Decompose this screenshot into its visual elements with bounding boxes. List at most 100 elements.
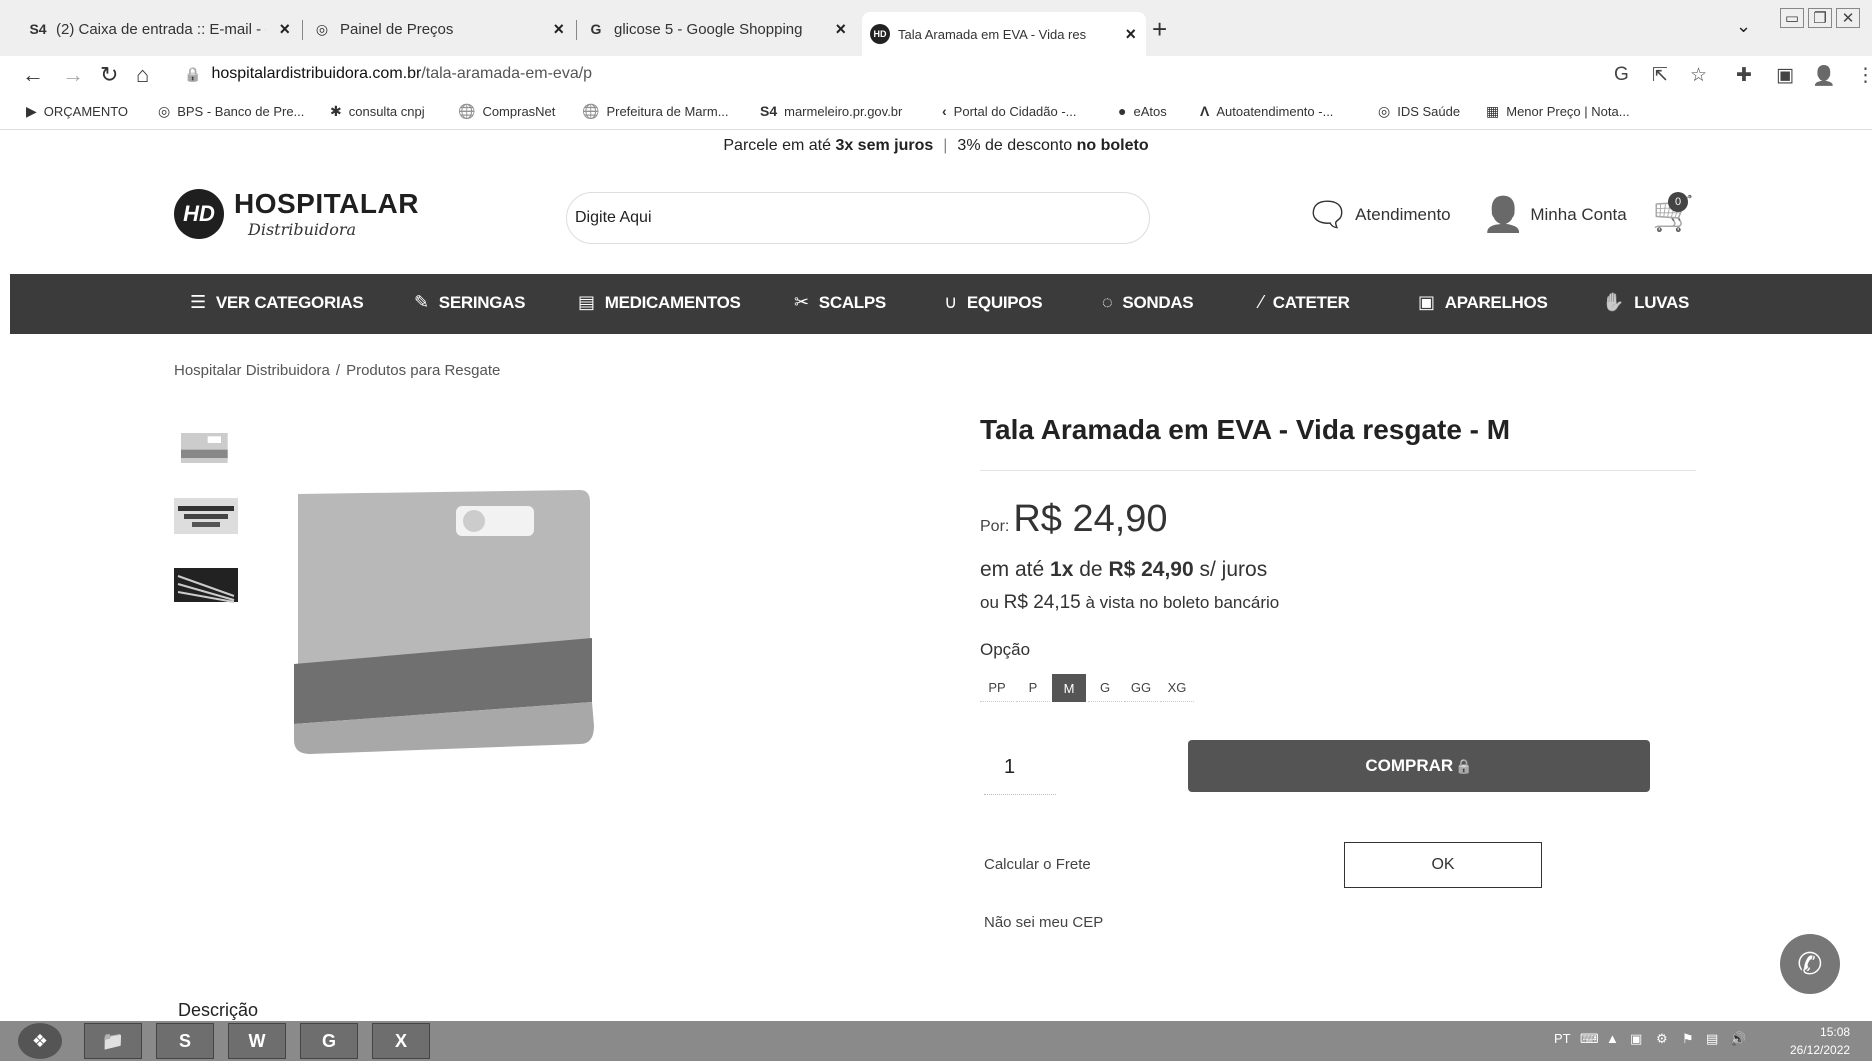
size-option-m[interactable]: M bbox=[1052, 674, 1086, 702]
frete-label[interactable]: Calcular o Frete bbox=[984, 856, 1091, 873]
product-thumbnail[interactable] bbox=[174, 428, 238, 468]
category-nav: ☰ VER CATEGORIAS ✎ SERINGAS ▤ MEDICAMENTOS … bbox=[10, 274, 1872, 334]
bookmark-item[interactable]: 🌐 Prefeitura de Marm... bbox=[582, 103, 729, 120]
buy-button[interactable]: COMPRAR 🔒 bbox=[1188, 740, 1650, 792]
nav-ver-categorias[interactable]: ☰ VER CATEGORIAS bbox=[190, 292, 364, 313]
nav-medicamentos[interactable]: ▤ MEDICAMENTOS bbox=[578, 292, 741, 313]
side-panel-icon[interactable]: ▣ bbox=[1776, 64, 1794, 87]
bookmark-item[interactable]: ◎ BPS - Banco de Pre... bbox=[158, 103, 304, 120]
size-option-p[interactable]: P bbox=[1016, 674, 1050, 702]
tab-painel-precos[interactable]: ◎ Painel de Preços × bbox=[304, 12, 574, 46]
bookmark-item[interactable]: ▦ Menor Preço | Nota... bbox=[1486, 103, 1630, 120]
bookmark-item[interactable]: Λ Autoatendimento -... bbox=[1200, 103, 1333, 119]
breadcrumb-category[interactable]: Produtos para Resgate bbox=[346, 362, 500, 379]
description-heading[interactable]: Descrição bbox=[178, 1000, 258, 1021]
price-value: R$ 24,90 bbox=[1013, 498, 1168, 540]
whatsapp-icon[interactable]: ✆ bbox=[1780, 934, 1840, 994]
bookmark-item[interactable]: ▶ ORÇAMENTO bbox=[26, 103, 128, 120]
nav-seringas[interactable]: ✎ SERINGAS bbox=[414, 292, 526, 313]
nav-sondas[interactable]: ◌ SONDAS bbox=[1102, 292, 1194, 313]
taskbar-explorer-icon[interactable]: 📁 bbox=[84, 1023, 142, 1059]
nav-equipos[interactable]: ∪ EQUIPOS bbox=[944, 292, 1043, 313]
bookmark-item[interactable]: ‹ Portal do Cidadão -... bbox=[942, 103, 1077, 119]
size-option-gg[interactable]: GG bbox=[1124, 674, 1158, 702]
bookmark-item[interactable]: S4 marmeleiro.pr.gov.br bbox=[760, 103, 902, 119]
keyboard-icon[interactable]: ⌨ bbox=[1580, 1031, 1599, 1047]
maximize-icon[interactable]: ❐ bbox=[1808, 8, 1832, 28]
bookmark-star-icon[interactable]: ☆ bbox=[1690, 64, 1707, 87]
minimize-icon[interactable]: ▭ bbox=[1780, 8, 1804, 28]
installments-text: em até 1x de R$ 24,90 s/ juros bbox=[980, 558, 1268, 581]
taskbar-chrome-icon[interactable]: G bbox=[300, 1023, 358, 1059]
menor-preco-icon: ▦ bbox=[1486, 103, 1500, 119]
system-clock[interactable]: 15:08 26/12/2022 bbox=[1790, 1023, 1850, 1059]
back-icon[interactable]: ← bbox=[22, 62, 44, 88]
promo-banner: Parcele em até 3x sem juros | 3% de desc… bbox=[723, 137, 1149, 154]
tab-separator bbox=[576, 20, 577, 40]
nav-cateter[interactable]: ⁄ CATETER bbox=[1260, 292, 1350, 313]
bookmark-item[interactable]: ✱ consulta cnpj bbox=[330, 103, 425, 120]
option-label: Opção bbox=[980, 640, 1031, 659]
tab-google-shopping[interactable]: G glicose 5 - Google Shopping × bbox=[578, 12, 856, 46]
close-tab-icon[interactable]: × bbox=[835, 19, 846, 40]
close-tab-icon[interactable]: × bbox=[553, 19, 564, 40]
start-button-icon[interactable]: ❖ bbox=[18, 1023, 62, 1059]
close-tab-icon[interactable]: × bbox=[279, 19, 290, 40]
nav-scalps[interactable]: ✂ SCALPS bbox=[794, 292, 886, 313]
size-option-g[interactable]: G bbox=[1088, 674, 1122, 702]
url-host: hospitalardistribuidora.com.br bbox=[211, 65, 422, 82]
taskbar-s4-icon[interactable]: S bbox=[156, 1023, 214, 1059]
tray-monitor-icon[interactable]: ▤ bbox=[1706, 1031, 1718, 1047]
volume-icon[interactable]: 🔊 bbox=[1730, 1031, 1746, 1047]
share-icon[interactable]: ⇱ bbox=[1652, 64, 1668, 87]
url-field[interactable]: 🔒 hospitalardistribuidora.com.br /tala-a… bbox=[184, 65, 592, 83]
product-thumbnail[interactable] bbox=[174, 496, 238, 536]
search-input[interactable] bbox=[567, 193, 1149, 243]
close-window-icon[interactable]: ✕ bbox=[1836, 8, 1860, 28]
divider bbox=[980, 470, 1696, 471]
action-center-flag-icon[interactable]: ⚑ bbox=[1682, 1031, 1694, 1047]
tab-email[interactable]: S4 (2) Caixa de entrada :: E-mail - c × bbox=[20, 12, 300, 46]
product-title: Tala Aramada em EVA - Vida resgate - M bbox=[980, 414, 1511, 445]
product-main-image[interactable] bbox=[290, 488, 596, 756]
tray-expand-icon[interactable]: ▲ bbox=[1606, 1031, 1619, 1046]
autoatendimento-icon: Λ bbox=[1200, 103, 1210, 119]
size-option-xg[interactable]: XG bbox=[1160, 674, 1194, 702]
nav-aparelhos[interactable]: ▣ APARELHOS bbox=[1418, 292, 1548, 313]
tab-tala-aramada[interactable]: HD Tala Aramada em EVA - Vida res × bbox=[862, 12, 1146, 56]
tray-network-icon[interactable]: ⚙ bbox=[1656, 1031, 1668, 1047]
product-price: Por: R$ 24,90 bbox=[980, 498, 1168, 540]
size-option-pp[interactable]: PP bbox=[980, 674, 1014, 702]
new-tab-icon[interactable]: + bbox=[1152, 14, 1167, 45]
bookmark-item[interactable]: ◎ IDS Saúde bbox=[1378, 103, 1460, 120]
home-icon[interactable]: ⌂ bbox=[136, 62, 149, 88]
nav-luvas[interactable]: ✋ LUVAS bbox=[1602, 292, 1689, 313]
bookmark-item[interactable]: ● eAtos bbox=[1118, 103, 1167, 119]
nao-sei-cep-link[interactable]: Não sei meu CEP bbox=[984, 914, 1103, 931]
menu-kebab-icon[interactable]: ⋮ bbox=[1856, 64, 1872, 87]
quantity-input[interactable] bbox=[984, 738, 1056, 796]
breadcrumb-home[interactable]: Hospitalar Distribuidora bbox=[174, 362, 330, 379]
product-thumbnail[interactable] bbox=[174, 566, 238, 606]
logo-subtitle: Distribuidora bbox=[248, 220, 357, 239]
medicine-icon: ▤ bbox=[578, 292, 595, 312]
google-lens-icon[interactable]: G bbox=[1614, 64, 1629, 86]
minha-conta-link[interactable]: 👤 Minha Conta bbox=[1482, 198, 1627, 232]
close-tab-icon[interactable]: × bbox=[1125, 24, 1136, 45]
monitor-icon: ▣ bbox=[1418, 292, 1435, 312]
profile-icon[interactable]: 👤 bbox=[1812, 64, 1836, 88]
boleto-text: ou R$ 24,15 à vista no boleto bancário bbox=[980, 592, 1280, 613]
tray-app-icon[interactable]: ▣ bbox=[1630, 1031, 1642, 1047]
tab-search-chevron-icon[interactable]: ⌄ bbox=[1736, 16, 1751, 37]
site-logo[interactable]: HD HOSPITALAR Distribuidora bbox=[174, 188, 419, 239]
taskbar-word-icon[interactable]: W bbox=[228, 1023, 286, 1059]
bookmark-item[interactable]: 🌐 ComprasNet bbox=[458, 103, 555, 120]
reload-icon[interactable]: ↻ bbox=[100, 62, 118, 88]
forward-icon[interactable]: → bbox=[62, 62, 84, 88]
cart-icon[interactable]: 🛒 0 bbox=[1652, 192, 1694, 234]
taskbar-excel-icon[interactable]: X bbox=[372, 1023, 430, 1059]
extensions-icon[interactable]: ✚ bbox=[1736, 64, 1752, 87]
frete-ok-button[interactable]: OK bbox=[1344, 842, 1542, 888]
language-indicator[interactable]: PT bbox=[1554, 1031, 1571, 1046]
atendimento-link[interactable]: 🗨 Atendimento bbox=[1306, 198, 1451, 232]
